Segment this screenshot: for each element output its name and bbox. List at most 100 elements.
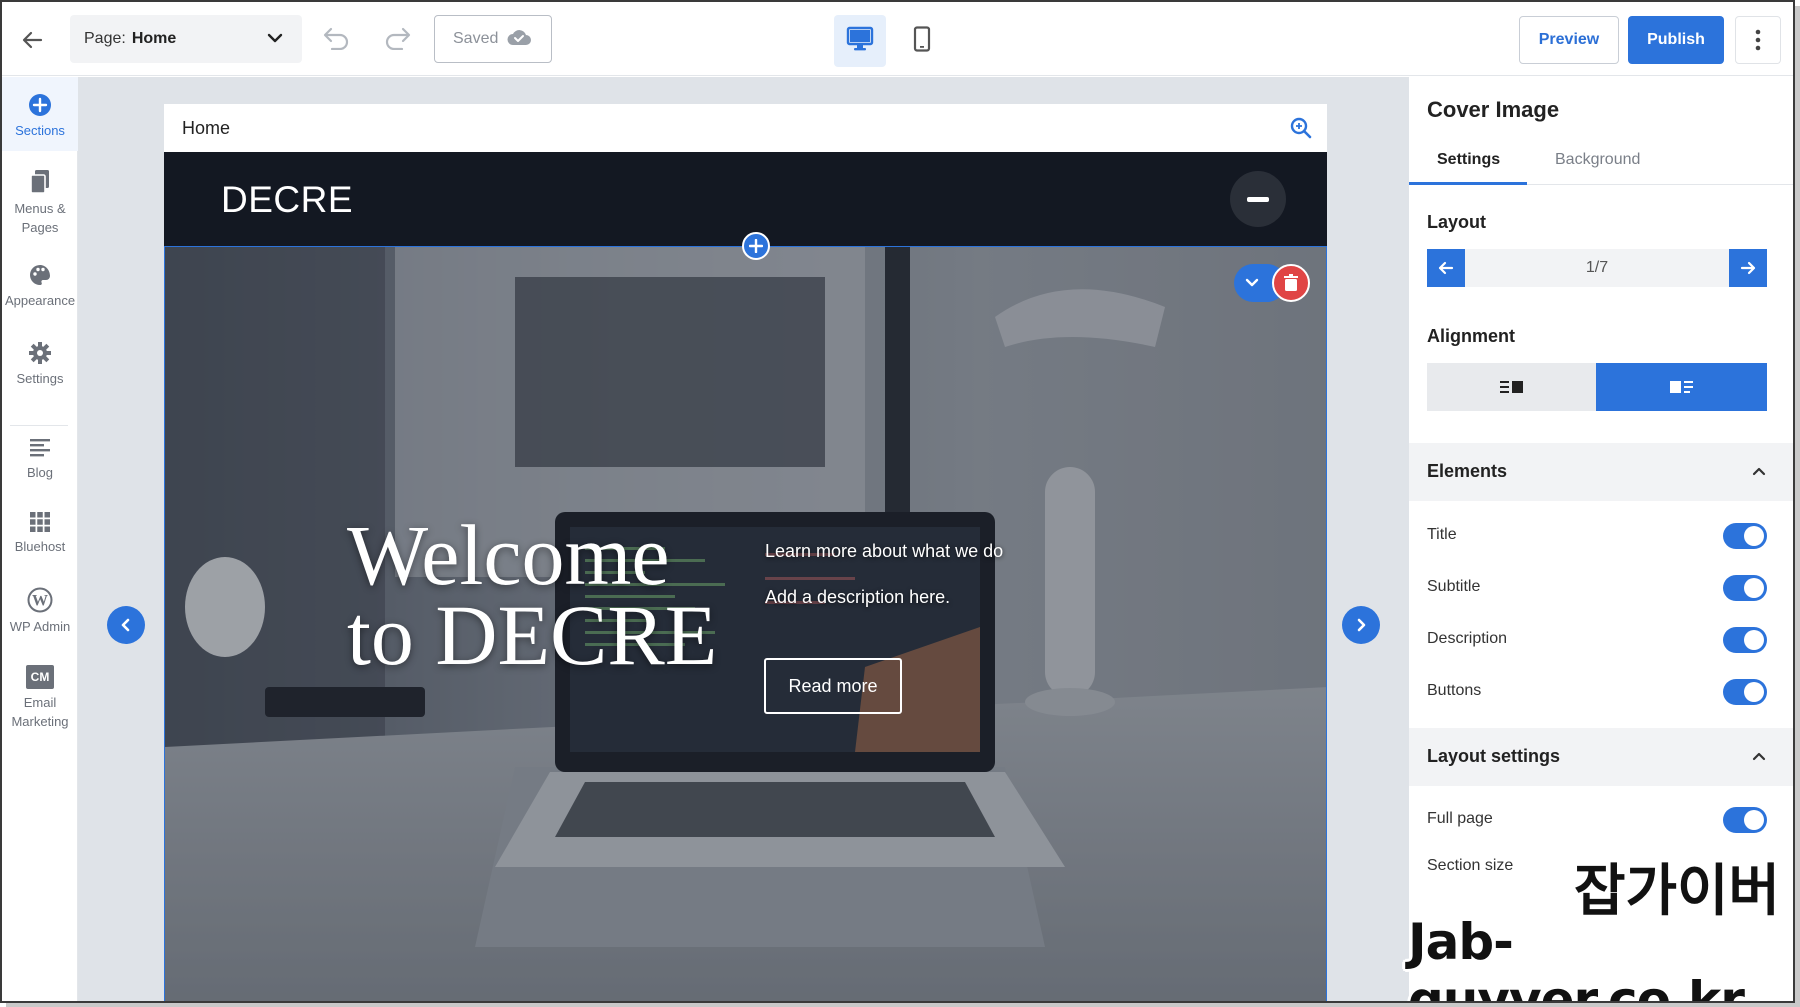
sidebar-item-blog[interactable]: Blog <box>2 437 78 482</box>
active-tab-indicator <box>1409 182 1527 185</box>
publish-button[interactable]: Publish <box>1628 16 1724 64</box>
panel-title: Cover Image <box>1427 97 1560 122</box>
delete-section-button[interactable] <box>1272 264 1310 302</box>
layout-prev-button[interactable] <box>1427 249 1465 287</box>
element-label: Description <box>1427 630 1508 647</box>
sidebar-item-wp-admin[interactable]: W WP Admin <box>2 587 78 636</box>
cloud-check-icon <box>506 28 532 51</box>
align-text-right-button[interactable] <box>1596 363 1767 411</box>
full-page-label: Full page <box>1427 810 1493 827</box>
chevron-right-icon <box>1357 618 1366 632</box>
element-row-description: Description <box>1427 625 1767 655</box>
hero-subtitle[interactable]: Learn more about what we do <box>765 541 1003 562</box>
watermark-url: Jab-guyver.co.kr <box>1408 913 1745 1007</box>
layout-next-button[interactable] <box>1729 249 1767 287</box>
align-left-icon <box>1499 381 1523 393</box>
hero-title[interactable]: Welcome to DECRE <box>347 507 717 678</box>
wordpress-icon: W <box>2 587 78 613</box>
sidebar-item-label-2: Pages <box>21 220 59 235</box>
toggle-knob <box>1744 526 1764 546</box>
panel-tabs: Settings Background <box>1409 139 1793 185</box>
elements-group-header[interactable]: Elements <box>1409 443 1793 501</box>
layout-value: 1/7 <box>1585 259 1609 276</box>
svg-text:W: W <box>32 593 48 610</box>
sidebar-item-appearance[interactable]: Appearance <box>2 263 78 310</box>
arrow-left-icon <box>1438 261 1454 275</box>
left-sidebar: Sections Menus & Pages Appearance Settin… <box>2 77 78 1003</box>
menu-toggle-button[interactable] <box>1230 171 1286 227</box>
element-row-title: Title <box>1427 521 1767 551</box>
sidebar-item-sections[interactable]: Sections <box>2 77 78 151</box>
buttons-toggle[interactable] <box>1723 679 1767 705</box>
sidebar-item-label-2: Marketing <box>11 714 69 729</box>
element-row-subtitle: Subtitle <box>1427 573 1767 603</box>
align-text-left-button[interactable] <box>1427 363 1596 411</box>
cm-icon-text: CM <box>26 665 54 689</box>
chevron-down-icon <box>1245 278 1259 287</box>
undo-icon[interactable] <box>322 26 350 55</box>
preview-button[interactable]: Preview <box>1519 16 1619 64</box>
blog-icon <box>2 437 78 459</box>
description-toggle[interactable] <box>1723 627 1767 653</box>
top-toolbar: Page: Home Saved Preview Publish <box>2 2 1793 76</box>
arrow-right-icon <box>1740 261 1756 275</box>
tab-settings[interactable]: Settings <box>1437 151 1500 169</box>
hero-title-line-1: Welcome <box>347 507 670 603</box>
more-options-icon[interactable] <box>1735 16 1781 64</box>
grid-icon <box>2 511 78 533</box>
window-shadow-bottom <box>6 1003 1800 1007</box>
subtitle-toggle[interactable] <box>1723 575 1767 601</box>
title-toggle[interactable] <box>1723 523 1767 549</box>
chevron-left-icon <box>121 618 130 632</box>
chevron-up-icon <box>1751 463 1767 484</box>
plus-icon <box>749 239 763 253</box>
search-icon[interactable] <box>1289 116 1313 145</box>
pages-icon <box>2 169 78 195</box>
layout-settings-label: Layout settings <box>1427 746 1561 766</box>
chevron-down-icon <box>266 29 284 52</box>
layout-settings-group-header[interactable]: Layout settings <box>1409 728 1793 786</box>
sidebar-item-settings[interactable]: Settings <box>2 341 78 388</box>
site-preview: Home DECRE Welcome to DECRE Learn more a… <box>164 104 1327 1003</box>
sidebar-item-label: Appearance <box>4 293 76 308</box>
mobile-view-button[interactable] <box>896 15 948 67</box>
mobile-icon <box>913 25 931 57</box>
element-label: Subtitle <box>1427 578 1481 595</box>
section-tools <box>1234 264 1310 302</box>
sidebar-item-email-marketing[interactable]: CM Email Marketing <box>2 665 78 731</box>
sidebar-item-label: Sections <box>15 123 65 138</box>
site-header[interactable]: DECRE <box>164 152 1327 246</box>
add-section-button[interactable] <box>742 232 770 260</box>
sidebar-item-bluehost[interactable]: Bluehost <box>2 511 78 556</box>
align-right-icon <box>1669 381 1693 393</box>
full-page-toggle[interactable] <box>1723 807 1767 833</box>
site-logo-text: DECRE <box>221 179 354 220</box>
cover-image-section[interactable]: Welcome to DECRE Learn more about what w… <box>164 246 1327 1003</box>
chevron-up-icon <box>1751 748 1767 769</box>
site-page-bar: Home <box>164 104 1327 152</box>
back-arrow-icon[interactable] <box>16 24 48 56</box>
tab-background[interactable]: Background <box>1555 151 1640 169</box>
sidebar-item-menus-pages[interactable]: Menus & Pages <box>2 169 78 237</box>
element-label: Title <box>1427 526 1457 543</box>
saved-label: Saved <box>453 30 499 47</box>
sidebar-item-label: Menus & <box>14 201 66 216</box>
toggle-knob <box>1744 682 1764 702</box>
desktop-icon <box>846 26 874 57</box>
minus-icon <box>1247 196 1269 202</box>
cm-icon: CM <box>2 665 78 689</box>
desktop-view-button[interactable] <box>834 15 886 67</box>
element-row-buttons: Buttons <box>1427 677 1767 707</box>
sidebar-divider <box>10 425 68 426</box>
page-select-prefix: Page: <box>84 30 126 47</box>
redo-icon[interactable] <box>384 26 412 55</box>
sidebar-item-label: Bluehost <box>14 539 66 554</box>
previous-layout-button[interactable] <box>107 606 145 644</box>
saved-status: Saved <box>434 15 552 63</box>
hero-description[interactable]: Add a description here. <box>765 587 950 608</box>
layout-label: Layout <box>1427 212 1487 232</box>
next-layout-button[interactable] <box>1342 606 1380 644</box>
read-more-button[interactable]: Read more <box>764 658 902 714</box>
toggle-knob <box>1744 578 1764 598</box>
page-select[interactable]: Page: Home <box>70 15 302 63</box>
